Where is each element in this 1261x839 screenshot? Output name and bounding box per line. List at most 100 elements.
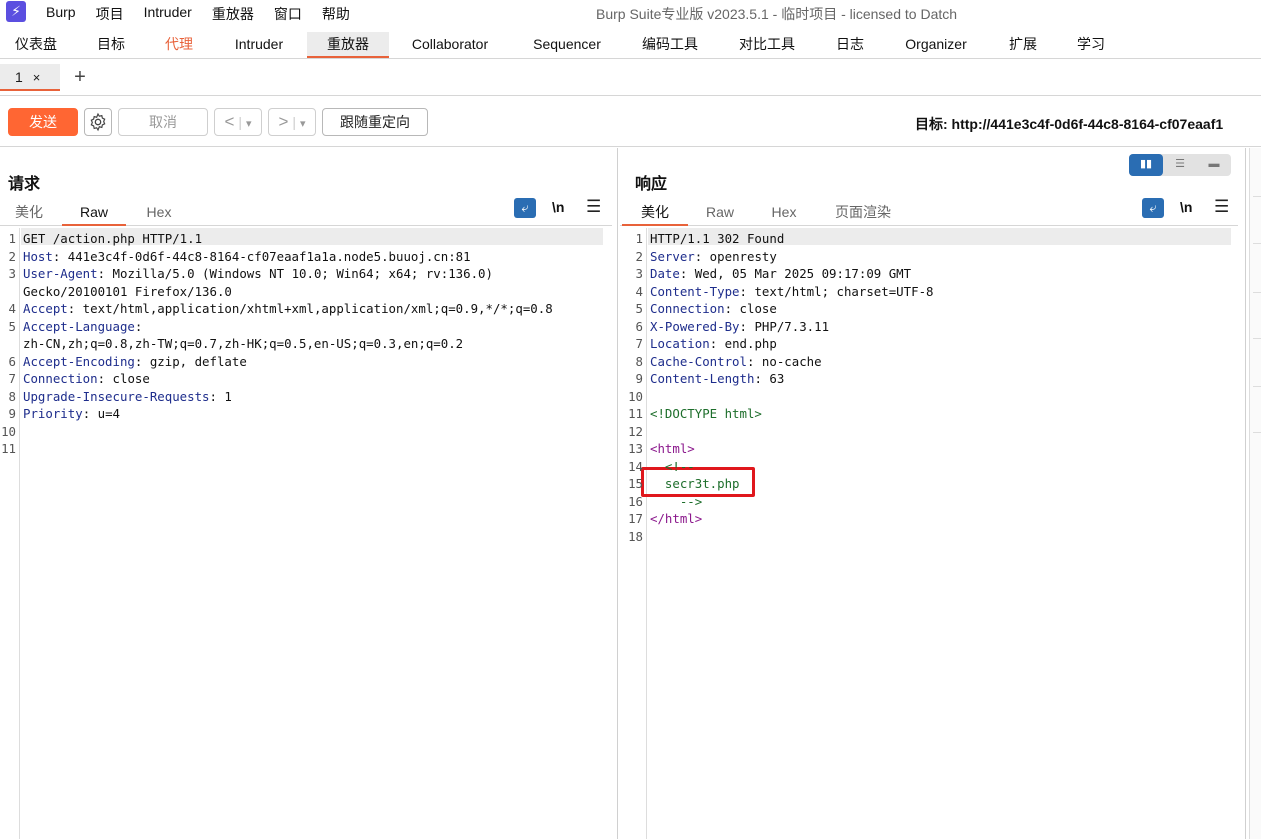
tab-hex[interactable]: Hex: [756, 201, 812, 226]
line-number: 4: [635, 283, 643, 299]
settings-button[interactable]: [84, 108, 112, 136]
tab-target[interactable]: 目标: [80, 32, 142, 58]
menu-repeater[interactable]: 重放器: [212, 4, 254, 24]
header-value: :: [134, 318, 143, 334]
header-value: : Mozilla/5.0 (Windows NT 10.0; Win64; x…: [97, 266, 493, 281]
tab-comparer[interactable]: 对比工具: [724, 32, 810, 58]
repeater-tab-1[interactable]: 1 ×: [0, 64, 60, 91]
wrap-lines-icon[interactable]: ⤶: [1142, 198, 1164, 218]
tab-decoder[interactable]: 编码工具: [628, 32, 712, 58]
tab-extensions[interactable]: 扩展: [996, 32, 1050, 58]
line-number: 15: [628, 476, 643, 491]
line-number: 6: [8, 353, 16, 369]
tab-raw[interactable]: Raw: [62, 201, 126, 226]
request-title: 请求: [8, 176, 41, 193]
header-name: User-Agent: [23, 266, 98, 281]
forward-button[interactable]: > | ▾: [268, 108, 316, 136]
request-editor[interactable]: 1 GET /action.php HTTP/1.1 2 Host: 441e3c4f…: [0, 228, 617, 839]
scroll-strip[interactable]: [1249, 148, 1261, 839]
back-button[interactable]: < | ▾: [214, 108, 262, 136]
line-number: 8: [635, 353, 643, 369]
tab-repeater[interactable]: 重放器: [307, 32, 389, 58]
line-number: 8: [8, 388, 16, 404]
line-number: 7: [635, 336, 643, 351]
chevron-left-icon: <: [224, 112, 235, 131]
add-tab-icon[interactable]: +: [71, 64, 89, 90]
tab-render[interactable]: 页面渲染: [824, 201, 902, 226]
line-number: 12: [628, 423, 643, 439]
code-line: Content-Length: 63: [650, 370, 784, 388]
header-value: : end.php: [709, 336, 777, 351]
menu-burp[interactable]: Burp: [46, 4, 76, 24]
tab-learn[interactable]: 学习: [1064, 32, 1118, 58]
response-title: 响应: [635, 176, 668, 193]
title-bar: ⚡ Burp 项目 Intruder 重放器 窗口 帮助 Burp Suite专…: [0, 0, 1261, 26]
menu-window[interactable]: 窗口: [274, 4, 302, 24]
line-number: 6: [635, 318, 643, 334]
tab-pretty[interactable]: 美化: [0, 201, 58, 226]
header-value: : gzip, deflate: [134, 353, 247, 369]
tab-collaborator[interactable]: Collaborator: [396, 32, 504, 58]
code-line: HTTP/1.1 302 Found: [650, 230, 784, 248]
line-text: <html>: [650, 441, 695, 456]
header-value: : no-cache: [746, 353, 822, 369]
header-value: : close: [724, 301, 777, 316]
layout-tabs-icon[interactable]: ▬: [1197, 154, 1231, 176]
show-newlines-icon[interactable]: \n: [1180, 199, 1192, 215]
line-text: zh-CN,zh;q=0.8,zh-TW;q=0.7,zh-HK;q=0.5,e…: [23, 336, 464, 351]
tab-logger[interactable]: 日志: [824, 32, 876, 58]
response-editor[interactable]: 1 HTTP/1.1 302 Found 2 Server: openresty 3 Da…: [620, 228, 1245, 839]
line-number: 9: [8, 406, 16, 421]
send-button[interactable]: 发送: [8, 108, 78, 136]
header-value: : Wed, 05 Mar 2025 09:17:09 GMT: [679, 266, 912, 281]
tab-proxy[interactable]: 代理: [150, 32, 208, 58]
line-number: 5: [635, 301, 643, 316]
hamburger-menu-icon[interactable]: ☰: [1214, 197, 1229, 217]
line-number: 17: [628, 511, 643, 526]
line-text: GET /action.php HTTP/1.1: [23, 231, 203, 246]
code-line: <!DOCTYPE html>: [650, 405, 762, 423]
tab-organizer[interactable]: Organizer: [890, 32, 982, 58]
header-name: Priority: [23, 406, 83, 421]
line-text: </html>: [650, 511, 703, 526]
divider: [1253, 243, 1261, 244]
close-icon[interactable]: ×: [33, 70, 41, 85]
main-tab-bar: 仪表盘 目标 代理 Intruder 重放器 Collaborator Sequ…: [0, 32, 1261, 59]
layout-top-bottom-icon[interactable]: ☰: [1163, 154, 1197, 176]
line-text: -->: [650, 493, 703, 509]
code-line: Connection: close: [650, 300, 777, 318]
line-number: 5: [8, 318, 16, 334]
follow-redirect-button[interactable]: 跟随重定向: [322, 108, 428, 136]
code-line: GET /action.php HTTP/1.1: [23, 230, 202, 248]
header-value: : openresty: [694, 248, 777, 264]
menu-intruder[interactable]: Intruder: [144, 4, 192, 24]
tab-intruder[interactable]: Intruder: [216, 32, 302, 58]
line-number: 10: [1, 423, 16, 439]
line-number: 2: [8, 248, 16, 264]
response-pane: ▮▮ ☰ ▬ 响应 美化 Raw Hex 页面渲染 ⤶ \n ☰ 1 HTTP/1…: [620, 148, 1246, 839]
menu-project[interactable]: 项目: [96, 4, 124, 24]
menu-help[interactable]: 帮助: [322, 4, 350, 24]
tab-raw[interactable]: Raw: [692, 201, 748, 226]
tab-hex[interactable]: Hex: [130, 201, 188, 226]
header-name: Accept-Encoding: [23, 353, 135, 369]
layout-side-by-side-icon[interactable]: ▮▮: [1129, 154, 1163, 176]
request-pane: 请求 美化 Raw Hex ⤶ \n ☰ 1 GET /action.php HT…: [0, 148, 618, 839]
divider: [1253, 196, 1261, 197]
line-text: Gecko/20100101 Firefox/136.0: [23, 283, 232, 299]
code-line: Accept-Language:: [23, 318, 142, 336]
header-name: Upgrade-Insecure-Requests: [23, 388, 210, 404]
tab-sequencer[interactable]: Sequencer: [520, 32, 614, 58]
tab-dashboard[interactable]: 仪表盘: [0, 32, 72, 58]
target-url[interactable]: 目标: http://441e3c4f-0d6f-44c8-8164-cf07e…: [915, 114, 1223, 134]
header-name: Location: [650, 336, 710, 351]
hamburger-menu-icon[interactable]: ☰: [586, 197, 601, 217]
wrap-lines-icon[interactable]: ⤶: [514, 198, 536, 218]
header-name: Content-Length: [650, 371, 755, 386]
header-name: X-Powered-By: [650, 318, 740, 334]
code-line: Location: end.php: [650, 335, 777, 353]
header-value: : text/html; charset=UTF-8: [739, 283, 934, 299]
show-newlines-icon[interactable]: \n: [552, 199, 564, 215]
cancel-button[interactable]: 取消: [118, 108, 208, 136]
tab-pretty[interactable]: 美化: [622, 201, 688, 226]
